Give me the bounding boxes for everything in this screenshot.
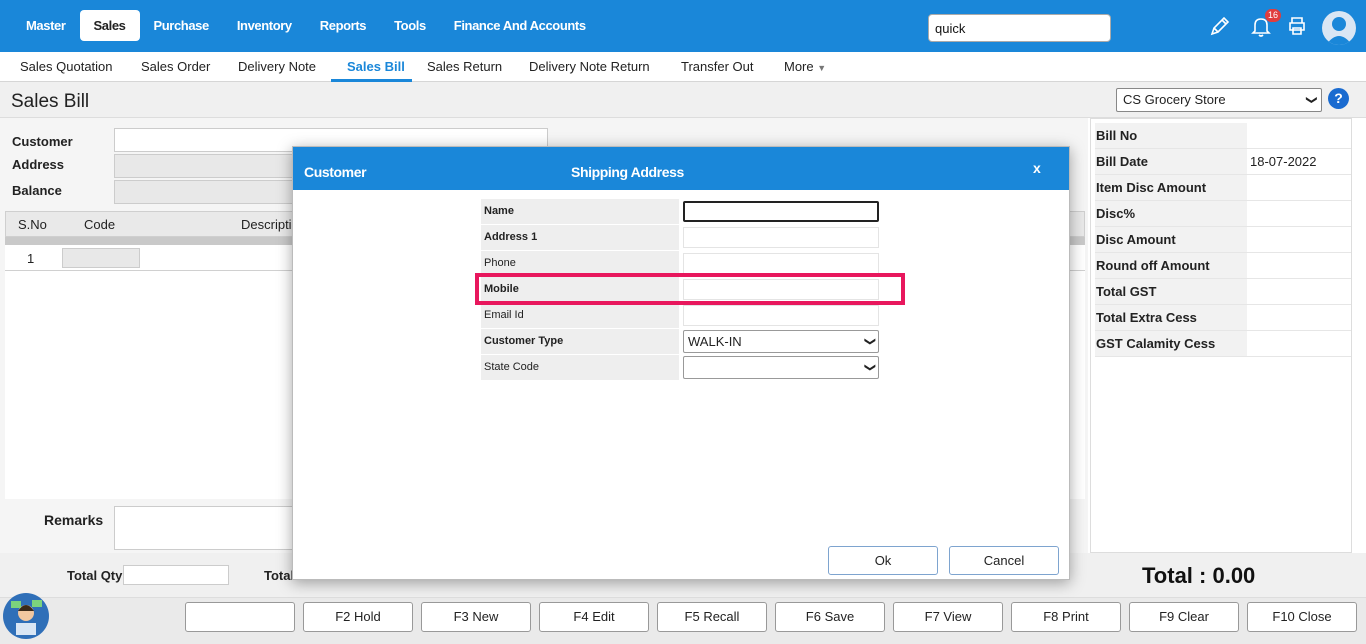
customer-type-value: WALK-IN bbox=[688, 334, 742, 349]
header-code: Code bbox=[84, 217, 116, 232]
remarks-label: Remarks bbox=[44, 512, 104, 528]
menu-finance-and-accounts[interactable]: Finance And Accounts bbox=[440, 10, 600, 41]
balance-field bbox=[114, 180, 304, 204]
menu-sales[interactable]: Sales bbox=[79, 10, 140, 41]
mobile-highlight-box bbox=[475, 273, 905, 305]
field-row-customer-type: Customer Type WALK-IN ❯ bbox=[481, 329, 881, 354]
tab-more[interactable]: More ▼ bbox=[784, 59, 826, 74]
chevron-down-icon: ❯ bbox=[1305, 95, 1318, 105]
main-menu: Master Sales Purchase Inventory Reports … bbox=[12, 10, 600, 41]
summary-row-total-extra-cess: Total Extra Cess bbox=[1095, 305, 1351, 331]
address-field bbox=[114, 154, 304, 178]
summary-row-bill-no: Bill No bbox=[1095, 123, 1351, 149]
help-icon[interactable]: ? bbox=[1328, 88, 1349, 109]
address-label: Address bbox=[12, 157, 65, 172]
row-sno: 1 bbox=[27, 251, 35, 266]
tab-sales-return[interactable]: Sales Return bbox=[427, 59, 502, 74]
shipping-address-dialog: Customer Shipping Address x Name Address… bbox=[292, 146, 1070, 580]
phone-input[interactable] bbox=[683, 253, 879, 274]
notification-badge: 16 bbox=[1265, 9, 1281, 22]
new-button[interactable]: F3 New bbox=[421, 602, 531, 632]
blank-button[interactable] bbox=[185, 602, 295, 632]
address-1-input[interactable] bbox=[683, 227, 879, 248]
chevron-down-icon: ❯ bbox=[863, 362, 876, 373]
ok-button[interactable]: Ok bbox=[828, 546, 938, 575]
clear-button[interactable]: F9 Clear bbox=[1129, 602, 1239, 632]
store-select-value: CS Grocery Store bbox=[1123, 92, 1226, 107]
tab-delivery-note[interactable]: Delivery Note bbox=[238, 59, 316, 74]
summary-row-disc-percent: Disc% bbox=[1095, 201, 1351, 227]
email-label: Email Id bbox=[481, 303, 679, 328]
footer-toolbar: F2 Hold F3 New F4 Edit F5 Recall F6 Save… bbox=[0, 597, 1366, 644]
store-select[interactable]: CS Grocery Store ❯ bbox=[1116, 88, 1322, 112]
total-qty-field bbox=[123, 565, 229, 585]
caret-down-icon: ▼ bbox=[817, 63, 827, 73]
page-title: Sales Bill bbox=[11, 91, 90, 112]
header-sno: S.No bbox=[18, 217, 47, 232]
dialog-header: Customer Shipping Address x bbox=[293, 147, 1069, 190]
state-code-select[interactable]: ❯ bbox=[683, 356, 879, 379]
tab-delivery-note-return[interactable]: Delivery Note Return bbox=[529, 59, 650, 74]
name-input[interactable] bbox=[683, 201, 879, 222]
address-1-label: Address 1 bbox=[481, 225, 679, 250]
remarks-input[interactable] bbox=[114, 506, 294, 550]
cancel-button[interactable]: Cancel bbox=[949, 546, 1059, 575]
print-button[interactable]: F8 Print bbox=[1011, 602, 1121, 632]
summary-row-disc-amount: Disc Amount bbox=[1095, 227, 1351, 253]
tab-sales-order[interactable]: Sales Order bbox=[141, 59, 210, 74]
recall-button[interactable]: F5 Recall bbox=[657, 602, 767, 632]
summary-row-item-disc-amount: Item Disc Amount bbox=[1095, 175, 1351, 201]
quick-search-input[interactable] bbox=[928, 14, 1111, 42]
summary-row-gst-calamity-cess: GST Calamity Cess bbox=[1095, 331, 1351, 357]
tab-transfer-out[interactable]: Transfer Out bbox=[681, 59, 753, 74]
top-navbar: Master Sales Purchase Inventory Reports … bbox=[0, 0, 1366, 52]
tab-sales-quotation[interactable]: Sales Quotation bbox=[20, 59, 113, 74]
email-input[interactable] bbox=[683, 305, 879, 326]
bill-summary-panel: Bill No Bill Date 18-07-2022 Item Disc Am… bbox=[1090, 118, 1352, 553]
close-icon[interactable]: x bbox=[1033, 160, 1041, 176]
user-avatar-icon[interactable] bbox=[1322, 11, 1356, 45]
total-label: Total bbox=[264, 568, 295, 583]
total-qty-label: Total Qty bbox=[67, 568, 123, 583]
menu-master[interactable]: Master bbox=[12, 10, 80, 41]
summary-row-round-off: Round off Amount bbox=[1095, 253, 1351, 279]
tab-sales-bill[interactable]: Sales Bill bbox=[347, 59, 405, 74]
field-row-name: Name bbox=[481, 199, 881, 224]
chevron-down-icon: ❯ bbox=[863, 336, 876, 347]
field-row-state-code: State Code ❯ bbox=[481, 355, 881, 380]
save-button[interactable]: F6 Save bbox=[775, 602, 885, 632]
support-agent-icon[interactable] bbox=[3, 593, 49, 639]
summary-row-bill-date: Bill Date 18-07-2022 bbox=[1095, 149, 1351, 175]
field-row-address-1: Address 1 bbox=[481, 225, 881, 250]
customer-label: Customer bbox=[12, 134, 73, 149]
sub-navbar: Sales Quotation Sales Order Delivery Not… bbox=[0, 52, 1366, 82]
customer-type-select[interactable]: WALK-IN ❯ bbox=[683, 330, 879, 353]
dialog-tab-customer[interactable]: Customer bbox=[304, 164, 367, 180]
name-label: Name bbox=[481, 199, 679, 224]
field-row-email: Email Id bbox=[481, 303, 881, 328]
balance-label: Balance bbox=[12, 183, 62, 198]
printer-icon[interactable] bbox=[1285, 14, 1309, 38]
menu-tools[interactable]: Tools bbox=[380, 10, 440, 41]
customer-type-label: Customer Type bbox=[481, 329, 679, 354]
menu-reports[interactable]: Reports bbox=[306, 10, 380, 41]
header-description: Descripti bbox=[241, 217, 292, 232]
pen-icon[interactable] bbox=[1208, 14, 1232, 38]
edit-button[interactable]: F4 Edit bbox=[539, 602, 649, 632]
grand-total: Total : 0.00 bbox=[1142, 563, 1256, 588]
more-label: More bbox=[784, 59, 814, 74]
menu-inventory[interactable]: Inventory bbox=[223, 10, 306, 41]
menu-purchase[interactable]: Purchase bbox=[140, 10, 223, 41]
row-code-input[interactable] bbox=[62, 248, 140, 268]
close-button[interactable]: F10 Close bbox=[1247, 602, 1357, 632]
dialog-title: Shipping Address bbox=[571, 164, 684, 180]
hold-button[interactable]: F2 Hold bbox=[303, 602, 413, 632]
view-button[interactable]: F7 View bbox=[893, 602, 1003, 632]
state-code-label: State Code bbox=[481, 355, 679, 380]
summary-row-total-gst: Total GST bbox=[1095, 279, 1351, 305]
